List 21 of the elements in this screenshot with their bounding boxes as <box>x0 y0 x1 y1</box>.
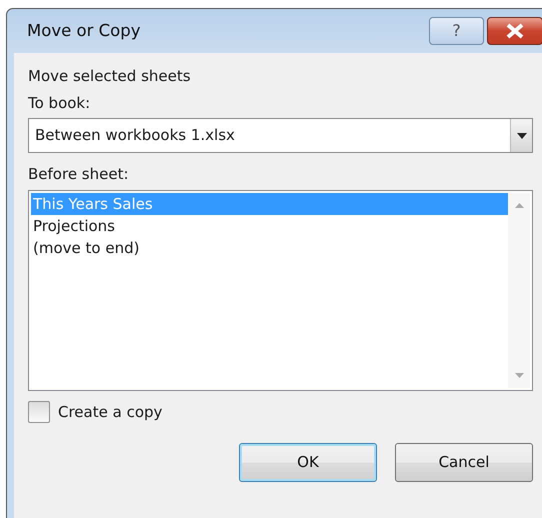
field-label: To book: <box>28 92 92 114</box>
scroll-down-icon[interactable] <box>514 372 524 378</box>
checkbox-label[interactable]: Create a copy <box>58 400 162 423</box>
ok-button[interactable]: OK <box>239 443 377 482</box>
field-label: Before sheet: <box>28 164 130 185</box>
sheet-list-item[interactable]: (move to end) <box>31 236 508 258</box>
dropdown-button[interactable] <box>510 119 532 152</box>
cancel-button[interactable]: Cancel <box>395 443 533 482</box>
sheet-list[interactable]: This Years Sales Projections (move to end) <box>28 190 533 390</box>
sheet-list-item[interactable]: Projections <box>31 214 508 236</box>
close-button[interactable] <box>487 17 542 45</box>
book-dropdown[interactable]: Between workbooks 1.xlsx <box>28 118 533 153</box>
checkbox[interactable] <box>28 400 50 423</box>
caret-icon <box>516 132 526 138</box>
close-icon <box>504 23 526 39</box>
help-button[interactable]: ? <box>429 17 484 45</box>
scroll-up-icon[interactable] <box>514 202 524 208</box>
window-title: Move or Copy <box>27 20 140 42</box>
dropdown-value: Between workbooks 1.xlsx <box>35 125 236 146</box>
scroll-bar[interactable] <box>508 192 530 388</box>
instruction-text: Move selected sheets <box>28 66 192 87</box>
